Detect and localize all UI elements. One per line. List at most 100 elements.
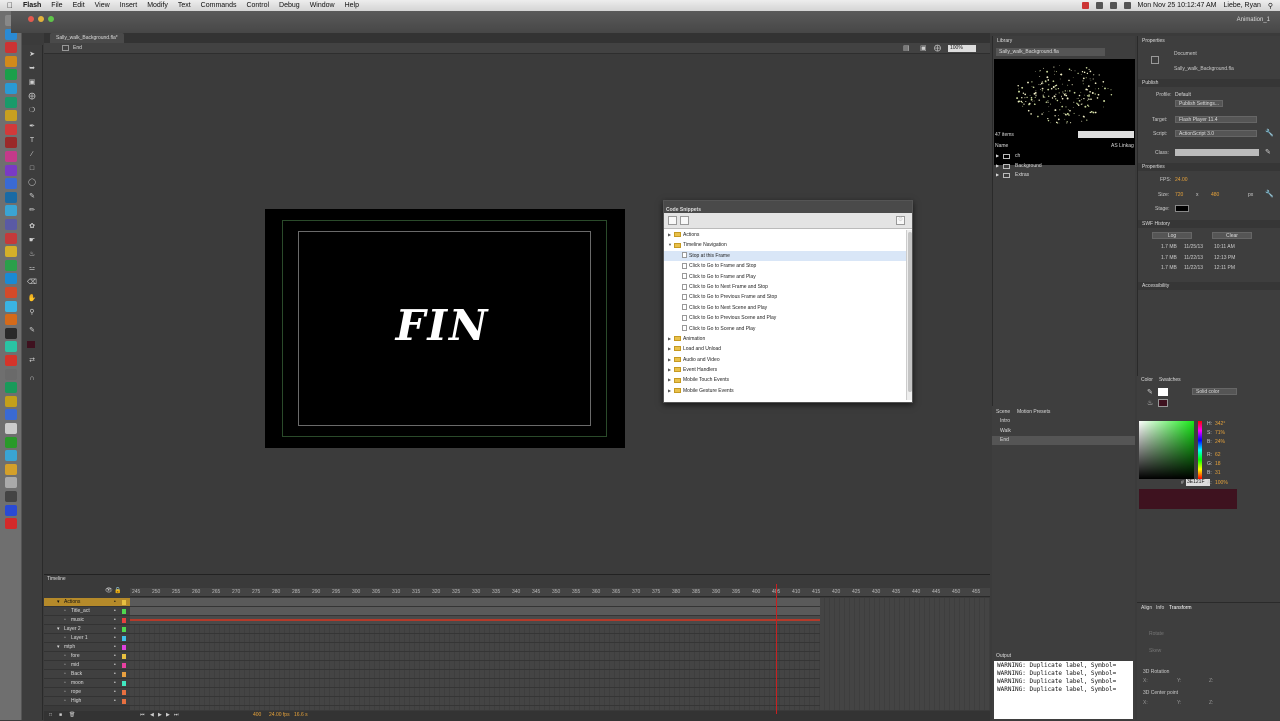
layer-row[interactable]: ▫ mid • (44, 661, 130, 670)
step-forward-icon[interactable]: ▶ (166, 712, 170, 718)
layer-lock-icon[interactable]: • (114, 607, 116, 616)
layer-lock-icon[interactable]: • (114, 679, 116, 688)
dock-app-icon[interactable] (5, 327, 17, 339)
collapsed-triangle-icon[interactable]: ▶ (996, 163, 999, 168)
log-button[interactable]: Log (1152, 232, 1192, 239)
dock-app-icon[interactable] (5, 409, 17, 421)
document-settings-icon[interactable]: 🔧 (1265, 190, 1274, 198)
layer-row[interactable]: ▫ fore • (44, 652, 130, 661)
snippet-item[interactable]: Click to Go to Next Frame and Stop (664, 282, 906, 292)
dock-app-icon[interactable] (5, 450, 17, 462)
frame-row[interactable] (130, 598, 820, 607)
dock-app-icon[interactable] (5, 42, 17, 54)
dock-app-icon[interactable] (5, 137, 17, 149)
dock-app-icon[interactable] (5, 191, 17, 203)
accessibility-section[interactable]: Accessibility (1138, 282, 1280, 290)
text-tool-icon[interactable]: T (27, 137, 37, 145)
layer-row[interactable]: ▾ Actions • (44, 598, 130, 607)
swf-history-section[interactable]: SWF History (1138, 220, 1280, 228)
frame-row[interactable] (130, 625, 820, 634)
layer-color-swatch[interactable] (122, 690, 126, 695)
layer-row[interactable]: ▾ Layer 2 • (44, 625, 130, 634)
dock-app-icon[interactable] (5, 491, 17, 502)
tab-info[interactable]: Info (1156, 605, 1164, 611)
dock-app-icon[interactable] (5, 287, 17, 298)
document-tab[interactable]: Sally_walk_Background.fla* (50, 33, 124, 43)
b-value[interactable]: 24% (1215, 439, 1225, 445)
current-frame[interactable]: 400 (253, 712, 261, 718)
library-item[interactable]: ch (1015, 153, 1020, 159)
dock-app-icon[interactable] (5, 178, 17, 190)
h-value[interactable]: 342° (1215, 421, 1225, 427)
g-value[interactable]: 18 (1215, 461, 1221, 467)
frame-row[interactable] (130, 652, 820, 661)
layer-color-swatch[interactable] (122, 609, 126, 614)
close-window-button[interactable] (28, 16, 34, 22)
3d-rotation-tool-icon[interactable]: ⨁ (27, 93, 37, 101)
frame-row[interactable] (130, 670, 820, 679)
menubar-clock[interactable]: Mon Nov 25 10:12:47 AM (1138, 2, 1217, 9)
deco-tool-icon[interactable]: ✿ (27, 223, 37, 231)
timeline-title[interactable]: Timeline (47, 576, 66, 582)
layer-color-swatch[interactable] (122, 618, 126, 623)
properties-section[interactable]: Properties (1138, 163, 1280, 171)
stage[interactable]: FIN (265, 209, 625, 448)
dock-app-icon[interactable] (5, 300, 17, 312)
alpha-value[interactable]: 100% (1215, 480, 1228, 486)
edit-symbol-icon[interactable]: ▣ (920, 44, 927, 52)
edit-class-icon[interactable]: ✎ (1265, 148, 1271, 156)
pencil-tool-icon[interactable]: ✎ (27, 193, 37, 201)
layer-color-swatch[interactable] (122, 627, 126, 632)
collapsed-triangle-icon[interactable]: ▶ (996, 153, 999, 158)
layer-color-swatch[interactable] (122, 636, 126, 641)
goto-first-frame-icon[interactable]: ⏮ (140, 712, 145, 718)
snippet-folder[interactable]: ▶ Actions (664, 230, 906, 240)
publish-section[interactable]: Publish (1138, 79, 1280, 87)
r-value[interactable]: 62 (1215, 452, 1221, 458)
new-folder-icon[interactable]: ■ (59, 712, 62, 718)
frame-row[interactable] (130, 643, 820, 652)
dock-app-icon[interactable] (5, 477, 17, 489)
line-tool-icon[interactable]: ∕ (27, 151, 37, 159)
lasso-tool-icon[interactable]: ❍ (27, 107, 37, 115)
dock-app-icon[interactable] (5, 96, 17, 108)
zoom-tool-icon[interactable]: ⚲ (27, 309, 37, 317)
fps-value[interactable]: 24.00 (1175, 177, 1188, 183)
library-file-select[interactable]: Sally_walk_Background.fla (996, 48, 1105, 56)
hue-slider[interactable] (1198, 421, 1202, 479)
dock-app-icon[interactable] (5, 205, 17, 217)
add-to-current-frame-icon[interactable] (668, 216, 677, 225)
class-input[interactable] (1175, 149, 1259, 156)
hand-tool-icon[interactable]: ✋ (27, 295, 37, 303)
snippet-item[interactable]: Click to Go to Previous Scene and Play (664, 313, 906, 323)
menu-app-flash[interactable]: Flash (23, 2, 41, 9)
timeline-ruler[interactable]: 245 250 255 260 265 270 275 280 285 290 295 300 305 3… (130, 588, 990, 597)
menu-debug[interactable]: Debug (279, 2, 300, 9)
publish-settings-button[interactable]: Publish Settings... (1175, 100, 1224, 107)
dock-app-icon[interactable] (5, 164, 17, 176)
library-item[interactable]: Extras (1015, 172, 1029, 178)
snippet-folder[interactable]: ▶ Event Handlers (664, 365, 906, 375)
fill-color-swatch[interactable] (27, 341, 35, 348)
stage-color-swatch[interactable] (1175, 205, 1189, 212)
wrench-icon[interactable]: 🔧 (1265, 129, 1274, 137)
library-col-linkage[interactable]: AS Linkag (1111, 143, 1134, 149)
dock-app-icon[interactable] (5, 55, 17, 67)
clear-button[interactable]: Clear (1212, 232, 1252, 239)
scene-row[interactable]: Intro (992, 417, 1135, 426)
skew-label[interactable]: Skew (1149, 648, 1161, 654)
layer-lock-icon[interactable]: • (114, 661, 116, 670)
menu-file[interactable]: File (51, 2, 62, 9)
swap-colors-icon[interactable]: ⇄ (27, 357, 37, 365)
show-hide-all-icon[interactable]: 👁 (105, 587, 113, 594)
scene-row[interactable]: End (992, 436, 1135, 445)
fill-swatch[interactable] (1158, 399, 1168, 407)
menu-commands[interactable]: Commands (201, 2, 237, 9)
dock-app-icon[interactable] (5, 69, 17, 81)
dock-app-icon[interactable] (5, 151, 17, 162)
stage-fin-text[interactable]: FIN (265, 301, 620, 350)
color-type-select[interactable]: Solid color (1192, 388, 1237, 395)
selection-tool-icon[interactable]: ➤ (27, 51, 37, 59)
frame-rate[interactable]: 24.00 fps (269, 712, 290, 718)
layer-row[interactable]: ▫ Title_act • (44, 607, 130, 616)
